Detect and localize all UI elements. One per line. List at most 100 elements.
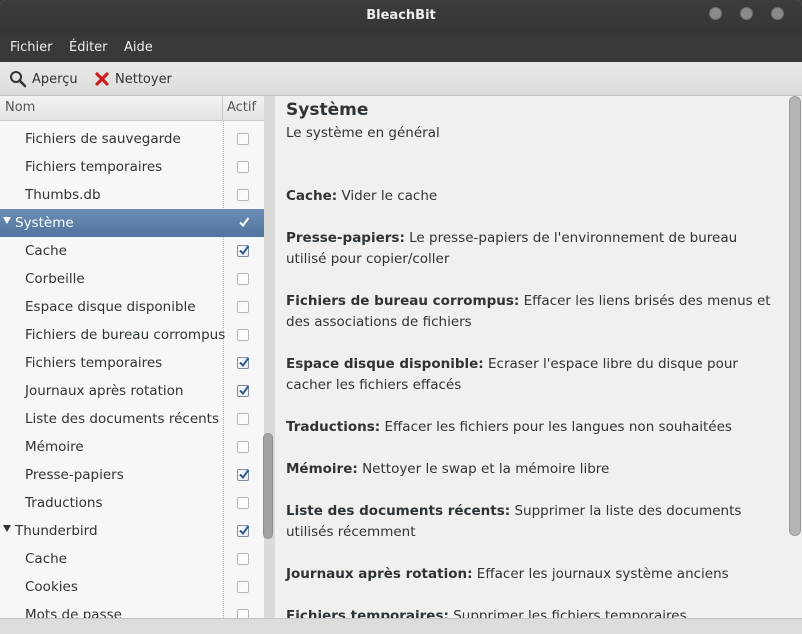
active-checkbox[interactable] — [237, 413, 249, 425]
active-checkbox[interactable] — [237, 133, 249, 145]
option-description: Journaux après rotation: Effacer les jou… — [286, 564, 778, 585]
expander-arrow-icon[interactable] — [3, 217, 11, 224]
active-checkbox[interactable] — [237, 161, 249, 173]
option-name: Fichiers de bureau corrompus: — [286, 293, 520, 309]
tree-row[interactable]: Cache — [0, 237, 264, 265]
active-checkbox[interactable] — [237, 609, 249, 618]
tree-row-label: Cache — [25, 243, 67, 259]
status-bar — [0, 618, 802, 634]
active-checkbox[interactable] — [237, 217, 249, 229]
tree-row-label: Fichiers de bureau corrompus — [25, 327, 226, 343]
column-header-name[interactable]: Nom — [0, 96, 223, 121]
close-button[interactable] — [771, 7, 784, 20]
menu-bar: Fichier Éditer Aide — [0, 36, 802, 62]
option-description: Fichiers temporaires: Supprimer les fich… — [286, 606, 778, 618]
tree-row[interactable]: Corbeille — [0, 265, 264, 293]
tree-row-label: Traductions — [25, 495, 103, 511]
active-checkbox[interactable] — [237, 525, 249, 537]
tree-row[interactable]: Espace disque disponible — [0, 293, 264, 321]
tree-row[interactable]: Mots de passe — [0, 601, 264, 618]
option-text: Supprimer les fichiers temporaires — [448, 608, 687, 618]
checkmark-icon — [239, 525, 249, 536]
description-scrollbar[interactable] — [789, 96, 801, 536]
tree-row-label: Corbeille — [25, 271, 85, 287]
checkmark-icon — [239, 357, 249, 368]
tree-row[interactable]: Cache — [0, 545, 264, 573]
option-name: Presse-papiers: — [286, 230, 405, 246]
option-name: Mémoire: — [286, 461, 358, 477]
checkmark-icon — [239, 469, 249, 480]
tree-row-label: Liste des documents récents — [25, 411, 220, 427]
window-title: BleachBit — [366, 8, 436, 23]
option-description: Mémoire: Nettoyer le swap et la mémoire … — [286, 459, 778, 480]
clean-button[interactable]: Nettoyer — [94, 69, 172, 89]
tree-row[interactable]: Liste des documents récents — [0, 405, 264, 433]
menu-edit[interactable]: Éditer — [69, 40, 108, 55]
maximize-button[interactable] — [740, 7, 753, 20]
delete-x-icon — [95, 72, 109, 86]
tree-row[interactable]: Fichiers temporaires — [0, 153, 264, 181]
tree-group-row[interactable]: Thunderbird — [0, 517, 264, 545]
active-checkbox[interactable] — [237, 581, 249, 593]
tree-scrollbar[interactable] — [263, 433, 273, 539]
tree-rows: Fichiers de sauvegarde Fichiers temporair… — [0, 125, 264, 618]
tree-row-label: Mémoire — [25, 439, 84, 455]
tree-row[interactable]: Journaux après rotation — [0, 377, 264, 405]
tree-row[interactable]: Fichiers temporaires — [0, 349, 264, 377]
detail-title: Système — [286, 100, 369, 120]
active-checkbox[interactable] — [237, 301, 249, 313]
tree-row-label: Thumbs.db — [25, 187, 101, 203]
bleachbit-window: BleachBit Fichier Éditer Aide Aperçu Net… — [0, 0, 802, 634]
option-text: Vider le cache — [337, 188, 438, 204]
tree-row-label: Espace disque disponible — [25, 299, 196, 315]
option-name: Traductions: — [286, 419, 381, 435]
active-checkbox[interactable] — [237, 497, 249, 509]
active-checkbox[interactable] — [237, 441, 249, 453]
option-name: Journaux après rotation: — [286, 566, 473, 582]
active-checkbox[interactable] — [237, 553, 249, 565]
option-text: Effacer les journaux système anciens — [472, 566, 729, 582]
menu-file[interactable]: Fichier — [10, 40, 53, 55]
checkmark-icon — [239, 217, 249, 228]
menu-help[interactable]: Aide — [124, 40, 153, 55]
tree-row[interactable]: Cookies — [0, 573, 264, 601]
option-description: Liste des documents récents: Supprimer l… — [286, 501, 778, 543]
cleaner-tree: Nom Actif Fichiers de sauvegarde Fichiers… — [0, 96, 264, 618]
tree-row-label: Fichiers temporaires — [25, 159, 163, 175]
tree-group-row[interactable]: Système — [0, 209, 264, 237]
option-name: Cache: — [286, 188, 338, 204]
option-description: Presse-papiers: Le presse-papiers de l'e… — [286, 228, 778, 270]
column-header-active[interactable]: Actif — [223, 96, 264, 121]
detail-subtitle: Le système en général — [286, 125, 440, 141]
active-checkbox[interactable] — [237, 385, 249, 397]
active-checkbox[interactable] — [237, 273, 249, 285]
minimize-button[interactable] — [709, 7, 722, 20]
expander-arrow-icon[interactable] — [3, 525, 11, 532]
tree-row[interactable]: Thumbs.db — [0, 181, 264, 209]
active-checkbox[interactable] — [237, 469, 249, 481]
preview-button[interactable]: Aperçu — [9, 69, 78, 89]
preview-label: Aperçu — [32, 71, 78, 87]
tree-row[interactable]: Presse-papiers — [0, 461, 264, 489]
tree-row-label: Thunderbird — [15, 523, 98, 539]
pane-splitter[interactable] — [264, 96, 275, 618]
description-pane: Système Le système en général Cache: Vid… — [275, 96, 802, 618]
tree-row[interactable]: Fichiers de sauvegarde — [0, 125, 264, 153]
active-checkbox[interactable] — [237, 189, 249, 201]
active-checkbox[interactable] — [237, 357, 249, 369]
option-text: Effacer les fichiers pour les langues no… — [380, 419, 732, 435]
magnifier-icon — [10, 71, 27, 88]
option-description: Cache: Vider le cache — [286, 186, 778, 207]
active-checkbox[interactable] — [237, 329, 249, 341]
active-checkbox[interactable] — [237, 245, 249, 257]
tree-row-label: Fichiers de sauvegarde — [25, 131, 181, 147]
tree-row-label: Système — [15, 215, 74, 231]
option-description: Fichiers de bureau corrompus: Effacer le… — [286, 291, 778, 333]
tree-row[interactable]: Mémoire — [0, 433, 264, 461]
tree-row-label: Journaux après rotation — [25, 383, 184, 399]
tree-row-label: Cookies — [25, 579, 78, 595]
tree-row[interactable]: Traductions — [0, 489, 264, 517]
option-name: Liste des documents récents: — [286, 503, 511, 519]
tree-row-label: Presse-papiers — [25, 467, 124, 483]
tree-row[interactable]: Fichiers de bureau corrompus — [0, 321, 264, 349]
